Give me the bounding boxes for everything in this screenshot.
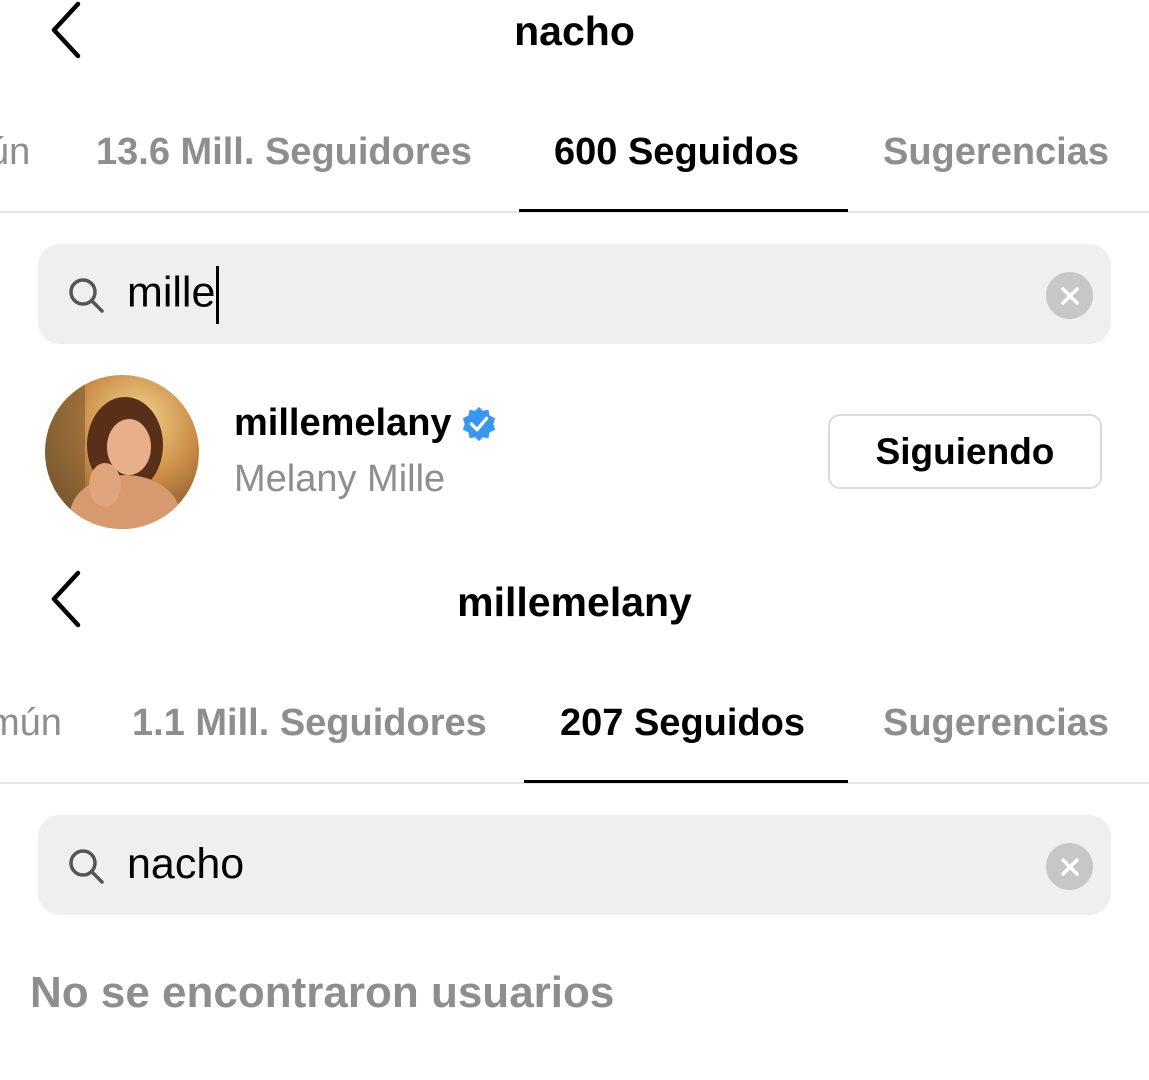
verified-badge-icon: [460, 405, 498, 443]
tab-followers[interactable]: 13.6 Mill. Seguidores: [96, 131, 472, 174]
tab-suggestions[interactable]: Sugerencias: [883, 702, 1109, 745]
tab-mutual[interactable]: mún: [0, 702, 62, 745]
search-input[interactable]: mille: [127, 266, 220, 324]
text-caret: [216, 266, 220, 324]
following-button[interactable]: Siguiendo: [828, 414, 1102, 489]
tab-suggestions[interactable]: Sugerencias: [883, 131, 1109, 174]
tab-following[interactable]: 600 Seguidos: [554, 131, 799, 174]
tab-mutual[interactable]: ún: [0, 131, 30, 174]
search-input[interactable]: nacho: [127, 840, 244, 889]
search-icon: [66, 846, 106, 886]
no-results-message: No se encontraron usuarios: [30, 968, 615, 1017]
active-tab-indicator: [524, 780, 848, 783]
result-username: millemelany: [234, 402, 452, 444]
avatar[interactable]: [45, 375, 199, 529]
clear-search-icon[interactable]: [1046, 272, 1093, 319]
search-icon: [66, 275, 106, 315]
result-full-name: Melany Mille: [234, 458, 446, 500]
profile-title: millemelany: [457, 579, 692, 625]
tab-following[interactable]: 207 Seguidos: [560, 702, 805, 745]
active-tab-indicator: [519, 209, 848, 212]
clear-search-icon[interactable]: [1046, 843, 1093, 890]
result-username-row[interactable]: millemelany: [234, 402, 498, 445]
tab-followers[interactable]: 1.1 Mill. Seguidores: [132, 702, 487, 745]
profile-title: nacho: [514, 8, 635, 54]
